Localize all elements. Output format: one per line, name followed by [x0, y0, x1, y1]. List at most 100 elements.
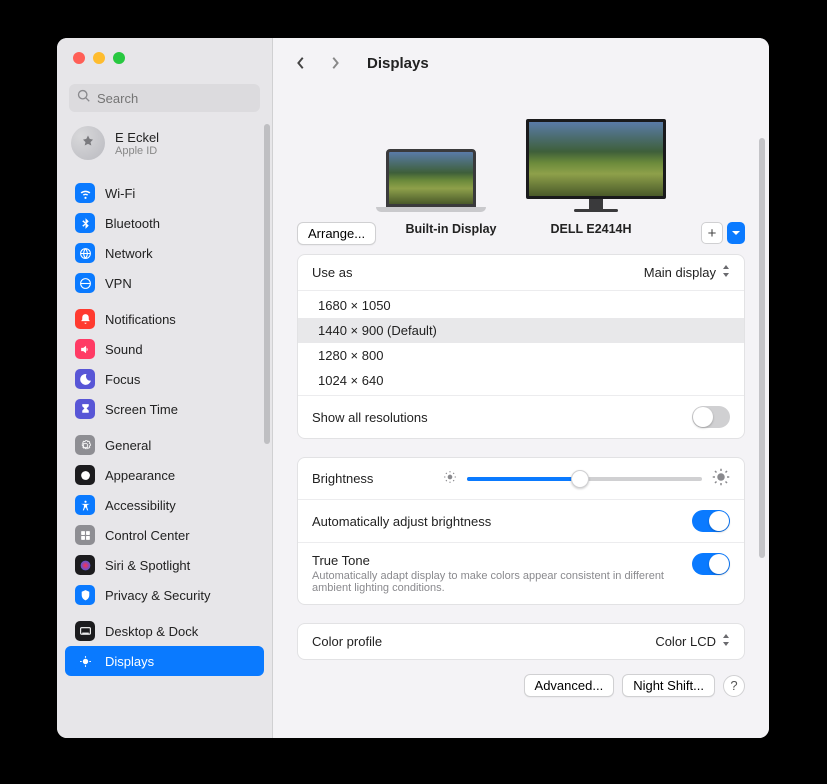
show-all-label: Show all resolutions — [312, 410, 428, 425]
sidebar-list: Wi-Fi Bluetooth Network VPN Notifications So… — [57, 172, 272, 738]
resolution-list: 1680 × 1050 1440 × 900 (Default) 1280 × … — [298, 290, 744, 395]
sidebar-item-desktop-dock[interactable]: Desktop & Dock — [65, 616, 264, 646]
sidebar-item-label: General — [105, 438, 151, 453]
sun-large-icon — [712, 468, 730, 489]
search-icon — [77, 89, 97, 108]
sidebar-item-label: Bluetooth — [105, 216, 160, 231]
sidebar-item-accessibility[interactable]: Accessibility — [65, 490, 264, 520]
sidebar-item-label: Accessibility — [105, 498, 176, 513]
sidebar-item-general[interactable]: General — [65, 430, 264, 460]
sidebar-item-notifications[interactable]: Notifications — [65, 304, 264, 334]
auto-brightness-toggle[interactable] — [692, 510, 730, 532]
sidebar-item-wi-fi[interactable]: Wi-Fi — [65, 178, 264, 208]
sidebar-item-label: Siri & Spotlight — [105, 558, 190, 573]
sidebar-item-label: Wi-Fi — [105, 186, 135, 201]
search-input[interactable] — [97, 91, 252, 106]
true-tone-toggle[interactable] — [692, 553, 730, 575]
zoom-button[interactable] — [113, 52, 125, 64]
accessibility-icon — [75, 495, 95, 515]
avatar — [71, 126, 105, 160]
bell-icon — [75, 309, 95, 329]
display-settings-panel: Use as Main display 1680 × 1050 1440 × 9… — [297, 254, 745, 439]
sidebar-item-label: Network — [105, 246, 153, 261]
auto-brightness-label: Automatically adjust brightness — [312, 514, 491, 529]
add-display-button[interactable]: + — [701, 222, 723, 244]
sidebar-item-bluetooth[interactable]: Bluetooth — [65, 208, 264, 238]
brightness-row: Brightness — [298, 458, 744, 499]
minimize-button[interactable] — [93, 52, 105, 64]
sidebar-item-label: Screen Time — [105, 402, 178, 417]
user-name: E Eckel — [115, 130, 159, 145]
sidebar-item-label: Displays — [105, 654, 154, 669]
siri-icon — [75, 555, 95, 575]
builtin-display-tab[interactable]: Built-in Display — [381, 222, 521, 236]
bluetooth-icon — [75, 213, 95, 233]
network-icon — [75, 243, 95, 263]
night-shift-button[interactable]: Night Shift... — [622, 674, 715, 697]
resolution-option[interactable]: 1024 × 640 — [298, 368, 744, 393]
updown-icon — [722, 265, 730, 280]
sun-small-icon — [443, 470, 457, 487]
dock-icon — [75, 621, 95, 641]
sidebar-item-siri-spotlight[interactable]: Siri & Spotlight — [65, 550, 264, 580]
brightness-label: Brightness — [312, 471, 373, 486]
vpn-icon — [75, 273, 95, 293]
brightness-slider[interactable] — [467, 477, 702, 481]
appearance-icon — [75, 465, 95, 485]
back-button[interactable] — [291, 53, 311, 73]
use-as-row[interactable]: Use as Main display — [298, 255, 744, 290]
color-profile-row[interactable]: Color profile Color LCD — [298, 624, 744, 659]
slider-thumb[interactable] — [571, 470, 589, 488]
sidebar-item-displays[interactable]: Displays — [65, 646, 264, 676]
sidebar-item-screen-time[interactable]: Screen Time — [65, 394, 264, 424]
true-tone-label: True Tone — [312, 553, 692, 568]
external-display-preview[interactable] — [526, 119, 666, 212]
sidebar-item-label: Notifications — [105, 312, 176, 327]
close-button[interactable] — [73, 52, 85, 64]
sidebar-item-vpn[interactable]: VPN — [65, 268, 264, 298]
external-display-tab[interactable]: DELL E2414H — [521, 222, 661, 236]
sidebar: E Eckel Apple ID Wi-Fi Bluetooth Network VP… — [57, 38, 273, 738]
resolution-option[interactable]: 1680 × 1050 — [298, 293, 744, 318]
control-icon — [75, 525, 95, 545]
sidebar-item-privacy-security[interactable]: Privacy & Security — [65, 580, 264, 610]
sidebar-item-sound[interactable]: Sound — [65, 334, 264, 364]
display-preview — [297, 92, 745, 212]
builtin-display-preview[interactable] — [376, 149, 486, 212]
footer: Advanced... Night Shift... ? — [297, 674, 745, 697]
sound-icon — [75, 339, 95, 359]
displays-icon — [75, 651, 95, 671]
add-display-menu[interactable] — [727, 222, 745, 244]
brightness-panel: Brightness Automatically ad — [297, 457, 745, 605]
color-profile-label: Color profile — [312, 634, 382, 649]
help-button[interactable]: ? — [723, 675, 745, 697]
resolution-option[interactable]: 1280 × 800 — [298, 343, 744, 368]
sidebar-item-control-center[interactable]: Control Center — [65, 520, 264, 550]
sidebar-item-label: Control Center — [105, 528, 190, 543]
arrange-button[interactable]: Arrange... — [297, 222, 376, 245]
auto-brightness-row: Automatically adjust brightness — [298, 499, 744, 542]
apple-id-row[interactable]: E Eckel Apple ID — [57, 122, 272, 172]
sidebar-item-appearance[interactable]: Appearance — [65, 460, 264, 490]
resolution-option-selected[interactable]: 1440 × 900 (Default) — [298, 318, 744, 343]
forward-button[interactable] — [325, 53, 345, 73]
color-profile-value: Color LCD — [655, 634, 716, 649]
sidebar-scrollbar[interactable] — [264, 124, 270, 444]
show-all-resolutions-row: Show all resolutions — [298, 395, 744, 438]
privacy-icon — [75, 585, 95, 605]
sidebar-item-focus[interactable]: Focus — [65, 364, 264, 394]
toolbar: Displays — [273, 38, 769, 88]
advanced-button[interactable]: Advanced... — [524, 674, 615, 697]
true-tone-sub: Automatically adapt display to make colo… — [312, 570, 692, 594]
use-as-label: Use as — [312, 265, 352, 280]
updown-icon — [722, 634, 730, 649]
show-all-toggle[interactable] — [692, 406, 730, 428]
use-as-value: Main display — [644, 265, 716, 280]
main-panel: Displays Arrange... Built-in Display DEL… — [273, 38, 769, 738]
wifi-icon — [75, 183, 95, 203]
page-title: Displays — [367, 55, 429, 72]
search-field[interactable] — [69, 84, 260, 112]
main-scrollbar[interactable] — [759, 138, 765, 558]
sidebar-item-network[interactable]: Network — [65, 238, 264, 268]
sidebar-item-label: Appearance — [105, 468, 175, 483]
